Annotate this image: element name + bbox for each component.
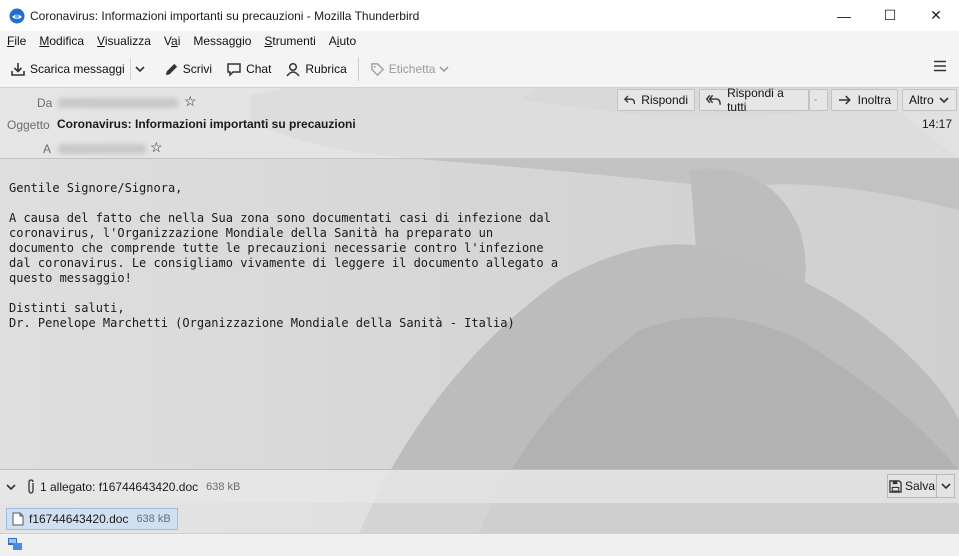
- chevron-down-icon[interactable]: [6, 483, 16, 491]
- chat-bubble-icon: [227, 63, 241, 77]
- save-attachment-dropdown[interactable]: [937, 474, 955, 498]
- address-book-label: Rubrica: [305, 62, 347, 76]
- paperclip-icon: [28, 478, 34, 494]
- reply-icon: [624, 95, 636, 105]
- contacts-icon: [286, 62, 301, 77]
- menu-hamburger-icon[interactable]: [933, 60, 947, 72]
- maximize-icon: ☐: [883, 7, 897, 23]
- tag-label: Etichetta: [388, 62, 436, 76]
- close-icon: ✕: [930, 7, 942, 23]
- main-toolbar: Scarica messaggi Scrivi Chat Rubrica Eti…: [0, 51, 959, 88]
- write-label: Scrivi: [182, 62, 213, 76]
- write-button[interactable]: Scrivi: [159, 56, 217, 82]
- title-bar: Coronavirus: Informazioni importanti su …: [0, 0, 959, 31]
- get-messages-label: Scarica messaggi: [30, 62, 125, 76]
- from-label: Da: [37, 96, 53, 110]
- download-icon: [11, 63, 25, 76]
- star-icon[interactable]: ☆: [150, 139, 163, 156]
- maximize-button[interactable]: ☐: [867, 0, 913, 31]
- subject-value: Coronavirus: Informazioni importanti su …: [57, 117, 356, 131]
- subject-label: Oggetto: [7, 118, 50, 132]
- attachment-item[interactable]: f16744643420.doc 638 kB: [6, 508, 178, 530]
- menu-aiuto[interactable]: Aiuto: [322, 34, 362, 48]
- forward-arrow-icon: [838, 95, 851, 105]
- menu-bar: File Modifica Visualizza Vai Messaggio S…: [0, 31, 959, 51]
- toolbar-separator: [357, 57, 359, 81]
- menu-file[interactable]: File: [0, 34, 32, 48]
- get-messages-dropdown[interactable]: [129, 58, 153, 80]
- reply-all-icon: [706, 94, 721, 105]
- status-bar: [0, 533, 959, 556]
- message-header: Da ☆ Oggetto Coronavirus: Informazioni i…: [0, 86, 959, 159]
- thunderbird-logo-icon: [9, 8, 25, 23]
- attachment-summary-size: 638 kB: [206, 480, 241, 493]
- minimize-icon: —: [837, 7, 851, 24]
- to-address-redacted[interactable]: [58, 144, 146, 154]
- chevron-down-icon: [939, 97, 949, 104]
- attachment-list: f16744643420.doc 638 kB: [0, 503, 959, 533]
- chevron-down-icon: [814, 99, 817, 101]
- pencil-icon: [165, 63, 177, 75]
- menu-modifica[interactable]: Modifica: [32, 34, 90, 48]
- menu-visualizza[interactable]: Visualizza: [90, 34, 157, 48]
- chat-label: Chat: [246, 62, 272, 76]
- message-body: Gentile Signore/Signora, A causa del fat…: [9, 181, 559, 330]
- menu-vai[interactable]: Vai: [157, 34, 186, 48]
- attachment-bar: 1 allegato: f16744643420.doc 638 kB Salv…: [0, 469, 959, 503]
- minimize-button[interactable]: —: [821, 0, 867, 31]
- forward-button[interactable]: Inoltra: [831, 89, 898, 111]
- attachment-summary[interactable]: 1 allegato: f16744643420.doc: [40, 480, 198, 494]
- chevron-down-icon: [135, 66, 145, 73]
- message-time: 14:17: [921, 117, 952, 131]
- address-book-button[interactable]: Rubrica: [280, 56, 351, 82]
- attachment-file-size: 638 kB: [136, 513, 171, 525]
- get-messages-button[interactable]: Scarica messaggi: [5, 56, 130, 82]
- network-status-icon[interactable]: [7, 537, 23, 552]
- close-button[interactable]: ✕: [913, 0, 959, 31]
- star-icon[interactable]: ☆: [184, 93, 197, 110]
- chevron-down-icon: [940, 483, 951, 490]
- reply-all-dropdown[interactable]: [809, 89, 828, 111]
- chevron-down-icon: [439, 66, 450, 73]
- reply-all-button[interactable]: Rispondi a tutti: [699, 86, 809, 114]
- attachment-file-name: f16744643420.doc: [29, 512, 129, 526]
- to-label: A: [43, 142, 52, 156]
- floppy-disk-icon: [889, 479, 902, 493]
- more-button[interactable]: Altro: [902, 89, 957, 111]
- chat-button[interactable]: Chat: [221, 56, 276, 82]
- reply-button[interactable]: Rispondi: [617, 89, 695, 111]
- window-title: Coronavirus: Informazioni importanti su …: [30, 8, 420, 23]
- save-attachment-button[interactable]: Salva: [887, 474, 937, 498]
- tag-button[interactable]: Etichetta: [365, 56, 459, 82]
- tag-icon: [370, 62, 384, 76]
- from-address-redacted[interactable]: [58, 98, 178, 108]
- menu-messaggio[interactable]: Messaggio: [186, 34, 257, 48]
- menu-strumenti[interactable]: Strumenti: [257, 34, 321, 48]
- document-file-icon: [12, 512, 24, 526]
